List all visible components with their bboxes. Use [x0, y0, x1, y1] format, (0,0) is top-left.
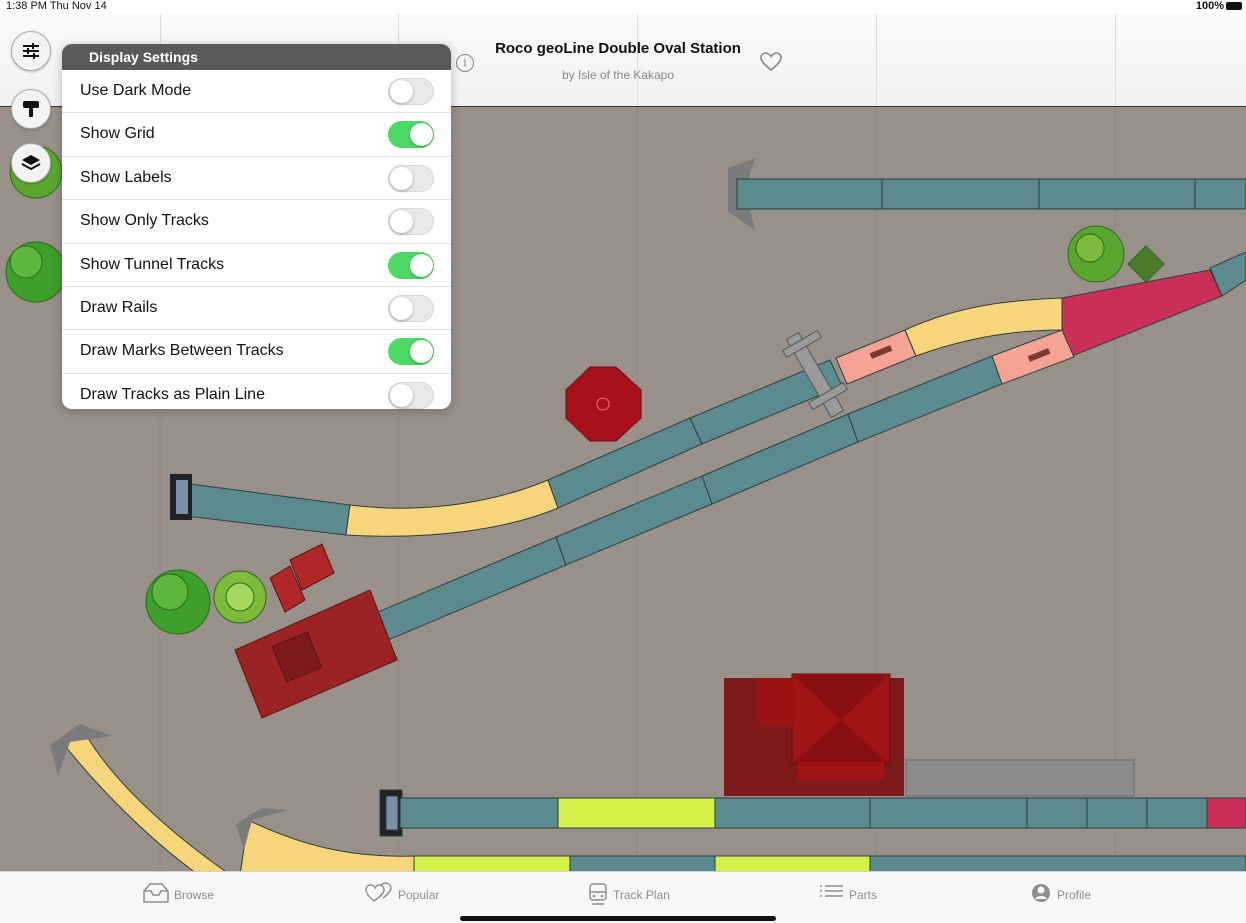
- tab-parts[interactable]: Parts: [818, 882, 888, 906]
- show-only-tracks-toggle[interactable]: [388, 208, 434, 236]
- setting-row-draw-rails: Draw Rails: [62, 287, 451, 331]
- plain-line-toggle[interactable]: [388, 381, 434, 409]
- hearts-icon: [365, 882, 392, 902]
- setting-row-show-labels: Show Labels: [62, 157, 451, 201]
- water-tower: [565, 366, 642, 442]
- setting-row-plain-line: Draw Tracks as Plain Line: [62, 374, 451, 409]
- settings-sliders-button[interactable]: [11, 31, 51, 71]
- station-building: [724, 673, 904, 796]
- setting-label: Draw Tracks as Plain Line: [80, 385, 265, 403]
- grid-line: [876, 14, 877, 106]
- setting-row-tunnel-tracks: Show Tunnel Tracks: [62, 244, 451, 287]
- tab-popular[interactable]: Popular: [365, 882, 445, 906]
- grid-line: [637, 14, 638, 106]
- heart-icon[interactable]: [760, 52, 782, 72]
- list-icon: [820, 885, 843, 897]
- setting-row-marks-between: Draw Marks Between Tracks: [62, 330, 451, 374]
- setting-label: Use Dark Mode: [80, 82, 192, 99]
- tab-profile[interactable]: Profile: [1031, 882, 1101, 906]
- setting-row-only-tracks: Show Only Tracks: [62, 200, 451, 244]
- draw-marks-toggle[interactable]: [388, 338, 434, 366]
- track-top-straight: [728, 158, 1246, 230]
- setting-label: Show Labels: [80, 168, 172, 186]
- setting-label: Show Grid: [80, 125, 155, 143]
- sliders-icon: [23, 43, 39, 59]
- track-lower-diagonal: [377, 329, 1075, 641]
- home-indicator: [460, 916, 776, 921]
- status-bar: 1:38 PM Thu Nov 14 100%: [0, 0, 1246, 14]
- display-settings-panel: Display Settings Use Dark Mode Show Grid…: [62, 44, 451, 409]
- setting-row-show-grid: Show Grid: [62, 113, 451, 157]
- tab-track-plan[interactable]: Track Plan: [588, 882, 678, 906]
- setting-row-dark-mode: Use Dark Mode: [62, 70, 451, 114]
- setting-label: Draw Rails: [80, 298, 158, 316]
- display-settings-title: Display Settings: [62, 44, 451, 70]
- page-subtitle: by Isle of the Kakapo: [561, 68, 675, 82]
- draw-rails-toggle[interactable]: [388, 294, 434, 322]
- show-grid-toggle[interactable]: [388, 121, 434, 149]
- paint-roller-button[interactable]: [11, 89, 51, 129]
- layers-icon: [21, 155, 41, 171]
- tray-icon: [143, 883, 169, 903]
- info-icon[interactable]: i: [456, 54, 474, 72]
- dark-mode-toggle[interactable]: [388, 78, 434, 105]
- layers-button[interactable]: [11, 143, 51, 183]
- setting-label: Show Only Tracks: [80, 212, 209, 230]
- page-title: Roco geoLine Double Oval Station: [495, 40, 741, 57]
- train-icon: [589, 883, 607, 905]
- setting-label: Show Tunnel Tracks: [80, 255, 225, 273]
- paint-roller-icon: [23, 101, 39, 117]
- tab-browse[interactable]: Browse: [143, 882, 223, 906]
- show-tunnel-tracks-toggle[interactable]: [388, 251, 434, 279]
- battery-icon: [1226, 2, 1242, 10]
- status-battery-percent: 100%: [1195, 0, 1224, 12]
- building-shed: [234, 543, 398, 719]
- bumper-left-upper: [170, 474, 192, 520]
- grid-line: [1115, 14, 1116, 106]
- show-labels-toggle[interactable]: [388, 164, 434, 192]
- platform: [905, 759, 1135, 797]
- status-time: 1:38 PM Thu Nov 14: [6, 0, 107, 12]
- setting-label: Draw Marks Between Tracks: [80, 342, 284, 360]
- track-bottom: [61, 737, 1246, 871]
- person-icon: [1032, 884, 1050, 902]
